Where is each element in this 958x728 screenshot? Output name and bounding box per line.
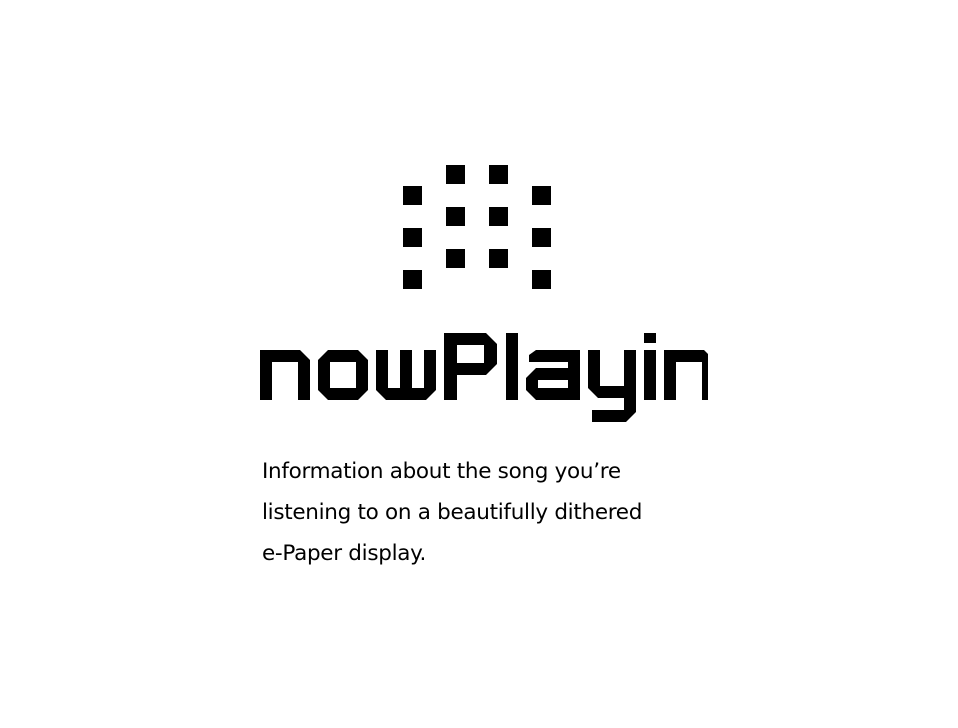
logo-dot bbox=[403, 228, 422, 247]
logo-dot bbox=[403, 186, 422, 205]
description-line: listening to on a beautifully dithered bbox=[262, 500, 643, 525]
logo-dot bbox=[532, 270, 551, 289]
description-line: Information about the song you’re bbox=[262, 459, 621, 484]
dot-matrix-logo-icon bbox=[403, 165, 553, 291]
logo-dot bbox=[532, 186, 551, 205]
logo-dot bbox=[446, 207, 465, 226]
logo-dot bbox=[489, 249, 508, 268]
app-description: Information about the song you’re listen… bbox=[262, 451, 722, 574]
logo-dot bbox=[403, 270, 422, 289]
logo-dot bbox=[446, 249, 465, 268]
description-line: e-Paper display. bbox=[262, 541, 427, 566]
logo-dot bbox=[489, 165, 508, 184]
logo-dot bbox=[446, 165, 465, 184]
app-wordmark bbox=[258, 328, 708, 428]
wordmark-graphic bbox=[260, 333, 708, 422]
logo-dot bbox=[489, 207, 508, 226]
logo-dot bbox=[532, 228, 551, 247]
